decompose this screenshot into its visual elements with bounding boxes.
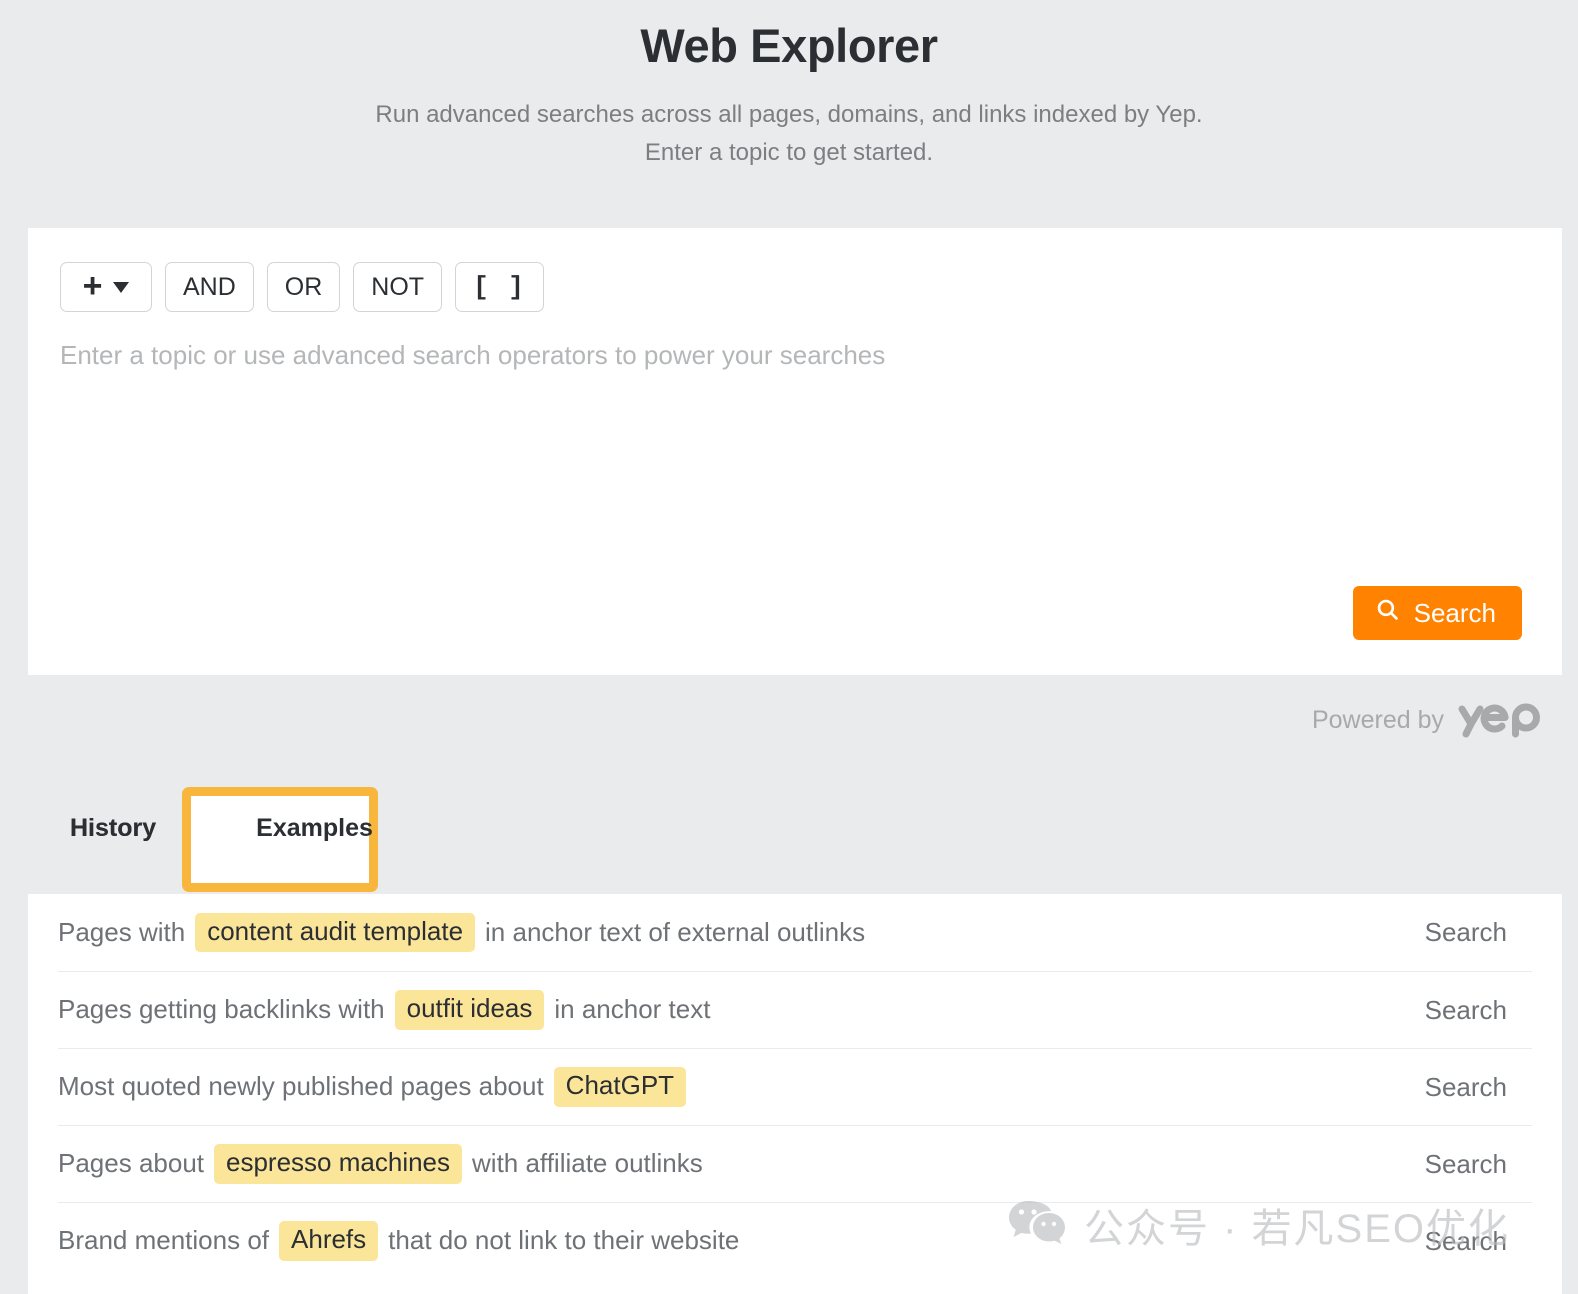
row-search-link[interactable]: Search [1425,1072,1532,1103]
row-search-link[interactable]: Search [1425,995,1532,1026]
example-prefix: Pages about [58,1148,205,1179]
example-description: Pages about espresso machines with affil… [58,1144,703,1184]
example-description: Brand mentions of Ahrefs that do not lin… [58,1221,740,1261]
web-explorer-page: Web Explorer Run advanced searches acros… [0,0,1578,1294]
powered-by: Powered by [1312,698,1542,743]
example-keyword-chip: ChatGPT [553,1067,687,1107]
search-button[interactable]: Search [1352,586,1522,640]
example-prefix: Pages with [58,916,186,947]
example-keyword-chip: outfit ideas [394,990,545,1030]
example-description: Most quoted newly published pages about … [58,1067,696,1107]
example-keyword-chip: content audit template [195,912,476,953]
search-icon [1375,597,1400,629]
list-item[interactable]: Pages about espresso machines with affil… [58,1125,1532,1202]
add-operator-button[interactable]: + [60,262,152,312]
and-operator-button[interactable]: AND [165,262,254,312]
query-input[interactable]: Enter a topic or use advanced search ope… [28,312,1562,371]
page-subtitle-line2: Enter a topic to get started. [644,138,934,166]
example-description: Pages getting backlinks with outfit idea… [58,990,711,1030]
brackets-operator-button[interactable]: [ ] [455,262,544,312]
example-keyword-chip: Ahrefs [279,1221,379,1261]
example-keyword-chip: espresso machines [214,1144,463,1184]
example-prefix: Brand mentions of [58,1225,270,1256]
tabs-bar-overlay: History Examples [28,800,383,857]
tab-history-label[interactable]: History [60,800,166,857]
list-item[interactable]: Most quoted newly published pages about … [58,1048,1532,1125]
row-search-link[interactable]: Search [1425,917,1532,948]
list-item[interactable]: Brand mentions of Ahrefs that do not lin… [58,1202,1532,1279]
example-prefix: Pages getting backlinks with [58,994,385,1025]
row-search-link[interactable]: Search [1425,1149,1532,1180]
example-suffix: with affiliate outlinks [472,1148,703,1179]
example-prefix: Most quoted newly published pages about [58,1071,544,1102]
or-operator-button[interactable]: OR [266,262,341,312]
powered-by-label: Powered by [1311,706,1444,734]
list-item[interactable]: Pages with content audit template in anc… [58,894,1532,971]
page-subtitle-line1: Run advanced searches across all pages, … [375,101,1203,129]
row-search-link[interactable]: Search [1425,1226,1532,1257]
search-panel: + AND OR NOT [ ] Enter a topic or use ad… [28,228,1562,675]
list-item[interactable]: Pages getting backlinks with outfit idea… [58,971,1532,1048]
not-operator-button[interactable]: NOT [353,262,443,312]
page-subtitle: Run advanced searches across all pages, … [0,96,1578,170]
example-suffix: in anchor text [554,994,711,1025]
example-description: Pages with content audit template in anc… [58,912,866,953]
chevron-down-icon [113,281,130,293]
examples-panel: Pages with content audit template in anc… [28,894,1562,1294]
plus-icon: + [82,267,103,306]
yep-logo-icon [1458,698,1542,743]
operator-toolbar: + AND OR NOT [ ] [28,228,1562,312]
example-suffix: in anchor text of external outlinks [485,916,866,947]
tab-examples-label[interactable]: Examples [246,800,383,857]
search-button-label: Search [1413,597,1496,628]
page-header: Web Explorer Run advanced searches acros… [0,0,1578,171]
page-title: Web Explorer [640,19,938,72]
example-suffix: that do not link to their website [388,1225,740,1256]
